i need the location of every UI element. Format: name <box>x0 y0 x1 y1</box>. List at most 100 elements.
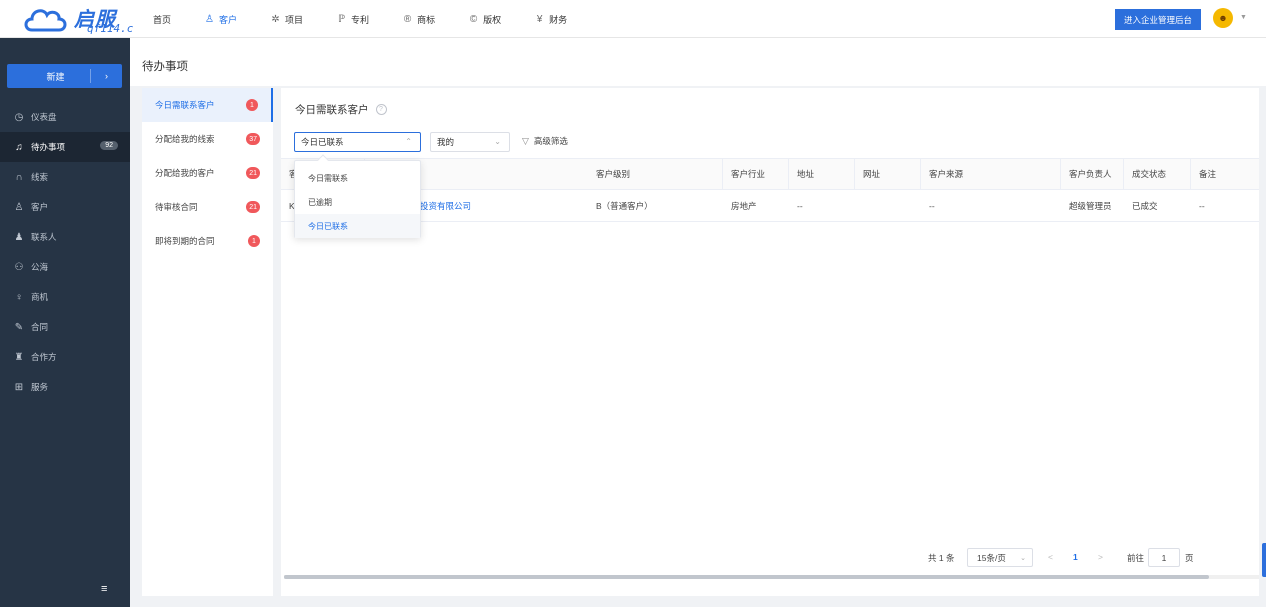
column-header[interactable]: 成交状态 <box>1124 159 1191 189</box>
todo-item-expiring-contracts[interactable]: 即将到期的合同 1 <box>142 224 273 258</box>
sidebar-item-opportunity[interactable]: ♀ 商机 <box>0 282 130 312</box>
status-select[interactable]: 今日已联系 ⌃ <box>294 132 421 152</box>
bell-icon: ♫ <box>15 141 23 153</box>
chevron-down-icon[interactable]: ▼ <box>1240 14 1247 21</box>
sidebar-item-label: 仪表盘 <box>31 112 57 122</box>
nav-project[interactable]: ✲ 项目 <box>270 13 303 26</box>
column-header[interactable]: 客户行业 <box>723 159 789 189</box>
sidebar-item-partner[interactable]: ♜ 合作方 <box>0 342 130 372</box>
prev-page-button[interactable]: < <box>1048 552 1053 562</box>
sidebar-item-dashboard[interactable]: ◷ 仪表盘 <box>0 102 130 132</box>
nav-finance[interactable]: ¥ 财务 <box>534 13 567 26</box>
sidebar-item-label: 服务 <box>31 382 49 392</box>
nav-label: 首页 <box>153 14 172 25</box>
nav-customer[interactable]: ♙ 客户 <box>204 13 237 26</box>
sun-face-icon: ☻ <box>1218 13 1228 23</box>
logo[interactable]: 启服 qf114.c <box>22 2 142 36</box>
new-button-label: 新建 <box>46 71 65 82</box>
column-header[interactable]: 地址 <box>789 159 855 189</box>
status-dropdown-menu: 今日需联系 已逾期 今日已联系 <box>294 154 421 238</box>
cell-address: -- <box>797 200 803 211</box>
nav-label: 客户 <box>219 14 238 25</box>
sidebar-item-clues[interactable]: ∩ 线索 <box>0 162 130 192</box>
enter-admin-button[interactable]: 进入企业管理后台 <box>1115 9 1201 30</box>
todo-label: 即将到期的合同 <box>155 236 215 246</box>
todo-item-assigned-customers[interactable]: 分配给我的客户 21 <box>142 156 273 190</box>
next-page-button[interactable]: > <box>1098 552 1103 562</box>
todo-list: 今日需联系客户 1 分配给我的线索 37 分配给我的客户 21 待审核合同 21 即将到… <box>142 88 273 596</box>
sidebar-item-label: 公海 <box>31 262 49 272</box>
todo-item-pending-contracts[interactable]: 待审核合同 21 <box>142 190 273 224</box>
goto-label: 前往 <box>1127 553 1145 563</box>
nav-home[interactable]: 首页 <box>153 13 171 26</box>
sidebar-item-label: 合同 <box>31 322 49 332</box>
column-header[interactable]: 客户负责人 <box>1061 159 1124 189</box>
todo-label: 待审核合同 <box>155 202 198 212</box>
todo-label: 分配给我的客户 <box>155 168 215 178</box>
side-tab[interactable] <box>1262 543 1266 577</box>
nav-patent[interactable]: ℙ 专利 <box>336 13 369 26</box>
cell-website <box>855 190 921 221</box>
owner-select[interactable]: 我的 ⌄ <box>430 132 510 152</box>
column-header[interactable]: 客户来源 <box>921 159 1061 189</box>
goto-page-value: 1 <box>1161 552 1167 563</box>
sidebar-item-service[interactable]: ⊞ 服务 <box>0 372 130 402</box>
panel-title: 今日需联系客户 ? <box>295 102 387 117</box>
nav-trademark[interactable]: ® 商标 <box>402 13 435 26</box>
sidebar: 新建 › ◷ 仪表盘 ♫ 待办事项 92 ∩ 线索 ♙ 客户 ♟ 联系人 ⚇ 公海 ♀ 商机 ✎… <box>0 38 130 607</box>
status-select-value: 今日已联系 <box>301 137 344 147</box>
sidebar-item-contract[interactable]: ✎ 合同 <box>0 312 130 342</box>
clue-icon: ∩ <box>15 171 23 183</box>
help-icon[interactable]: ? <box>375 104 387 115</box>
sidebar-item-label: 线索 <box>31 172 49 182</box>
cloud-logo-icon <box>24 9 67 32</box>
column-header[interactable]: 备注 <box>1191 159 1259 189</box>
dropdown-option-overdue[interactable]: 已逾期 <box>295 190 420 214</box>
page-suffix: 页 <box>1185 553 1194 563</box>
sidebar-item-contacts[interactable]: ♟ 联系人 <box>0 222 130 252</box>
nav-copyright[interactable]: © 版权 <box>468 13 501 26</box>
goto-page-input[interactable]: 1 <box>1148 548 1180 567</box>
sidebar-item-label: 待办事项 <box>31 142 66 152</box>
horizontal-scrollbar[interactable] <box>284 575 1259 579</box>
contact-icon: ♟ <box>14 231 24 243</box>
chevron-down-icon: ⌄ <box>494 137 501 146</box>
sidebar-item-customers[interactable]: ♙ 客户 <box>0 192 130 222</box>
page-number-current[interactable]: 1 <box>1073 552 1078 562</box>
todo-count-badge: 92 <box>100 141 118 150</box>
customer-icon: ♙ <box>14 201 24 213</box>
advanced-filter-button[interactable]: ▽ 高级筛选 <box>522 135 568 147</box>
page-size-select[interactable]: 15条/页 ⌄ <box>967 548 1033 567</box>
todo-item-assigned-clues[interactable]: 分配给我的线索 37 <box>142 122 273 156</box>
count-badge: 21 <box>246 167 260 179</box>
brand-domain: qf114.c <box>87 22 134 35</box>
column-header[interactable]: 网址 <box>855 159 921 189</box>
nav-label: 版权 <box>483 14 502 25</box>
dropdown-option-contact-today[interactable]: 今日需联系 <box>295 166 420 190</box>
trademark-icon: ® <box>403 13 412 25</box>
sidebar-menu: ◷ 仪表盘 ♫ 待办事项 92 ∩ 线索 ♙ 客户 ♟ 联系人 ⚇ 公海 ♀ 商机 ✎ 合同 ♜ 合… <box>0 102 130 402</box>
sidebar-item-todo[interactable]: ♫ 待办事项 92 <box>0 132 130 162</box>
top-nav: 首页 ♙ 客户 ✲ 项目 ℙ 专利 ® 商标 © 版权 ¥ 财务 <box>153 0 600 38</box>
sidebar-item-label: 合作方 <box>31 352 57 362</box>
main-panel: 今日需联系客户 ? 今日已联系 ⌃ 我的 ⌄ ▽ 高级筛选 客 客户级别 客户行… <box>281 88 1259 596</box>
count-badge: 1 <box>248 235 260 247</box>
finance-icon: ¥ <box>536 13 543 25</box>
todo-item-contact-today[interactable]: 今日需联系客户 1 <box>142 88 273 122</box>
table-row[interactable]: K 投资有限公司 B（普通客户） 房地产 -- -- 超级管理员 已成交 -- <box>281 190 1259 222</box>
page-header: 待办事项 <box>130 38 1266 86</box>
cell-level: B（普通客户） <box>596 200 653 211</box>
page-size-value: 15条/页 <box>977 552 1006 563</box>
project-icon: ✲ <box>271 13 280 25</box>
sidebar-item-pool[interactable]: ⚇ 公海 <box>0 252 130 282</box>
avatar[interactable]: ☻ <box>1213 8 1233 28</box>
sidebar-item-label: 商机 <box>31 292 49 302</box>
chevron-up-icon: ⌃ <box>405 137 412 146</box>
new-button[interactable]: 新建 › <box>7 64 122 88</box>
sidebar-item-label: 客户 <box>31 202 49 212</box>
scrollbar-thumb[interactable] <box>284 575 1209 579</box>
dropdown-option-contacted-today[interactable]: 今日已联系 <box>295 214 420 238</box>
column-header[interactable]: 客户级别 <box>588 159 723 189</box>
collapse-menu-icon[interactable]: ≡ <box>101 583 107 595</box>
chevron-right-icon: › <box>90 69 122 83</box>
